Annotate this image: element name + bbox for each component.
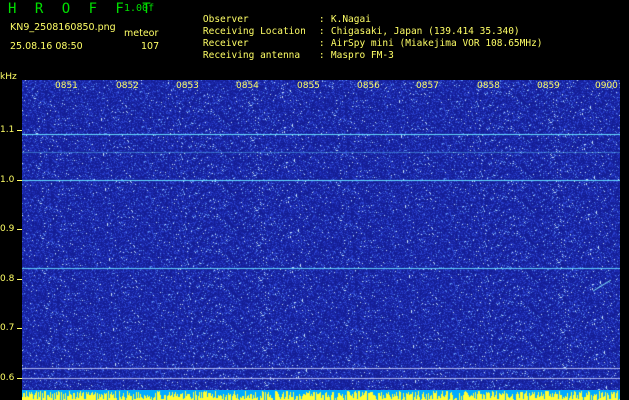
x-tick-label: 0858 xyxy=(477,81,500,91)
x-tick-label: 0856 xyxy=(357,81,380,91)
x-tick-label: 0853 xyxy=(176,81,199,91)
y-axis-unit: kHz xyxy=(0,72,17,82)
y-tick-mark xyxy=(17,279,22,280)
y-tick-mark xyxy=(17,328,22,329)
signal-level-strip xyxy=(22,390,620,400)
info-antenna: Receiving antenna: Maspro FM-3 xyxy=(180,39,394,72)
x-tick-label: 0854 xyxy=(236,81,259,91)
info-label: Receiving antenna xyxy=(202,50,301,61)
spectrogram-canvas[interactable] xyxy=(22,80,620,395)
y-tick-label: 1.1 xyxy=(0,125,15,135)
x-tick-label: 0855 xyxy=(297,81,320,91)
y-tick-mark xyxy=(17,130,22,131)
y-tick-mark xyxy=(17,180,22,181)
app-version: 1.00f xyxy=(124,3,155,14)
capture-datetime: 25.08.16 08:50 xyxy=(10,41,83,52)
y-tick-mark xyxy=(17,229,22,230)
y-tick-label: 0.7 xyxy=(0,323,15,333)
y-tick-label: 1.0 xyxy=(0,175,15,185)
x-tick-label: 0851 xyxy=(55,81,78,91)
y-tick-label: 0.8 xyxy=(0,274,15,284)
meteor-count: 107 xyxy=(141,41,160,52)
meteor-label: meteor xyxy=(124,28,159,39)
x-tick-label: 0857 xyxy=(416,81,439,91)
info-sep: : xyxy=(318,50,325,61)
file-name: KN9_2508160850.png xyxy=(10,22,116,33)
x-tick-label: 0852 xyxy=(116,81,139,91)
y-tick-label: 0.6 xyxy=(0,373,15,383)
y-tick-mark xyxy=(17,378,22,379)
x-tick-label: 0859 xyxy=(537,81,560,91)
x-tick-label: 0900 xyxy=(595,81,618,91)
header-panel: H R O F F T 1.00f KN9_2508160850.png met… xyxy=(0,0,629,68)
y-tick-label: 0.9 xyxy=(0,224,15,234)
info-value: Maspro FM-3 xyxy=(330,50,394,61)
